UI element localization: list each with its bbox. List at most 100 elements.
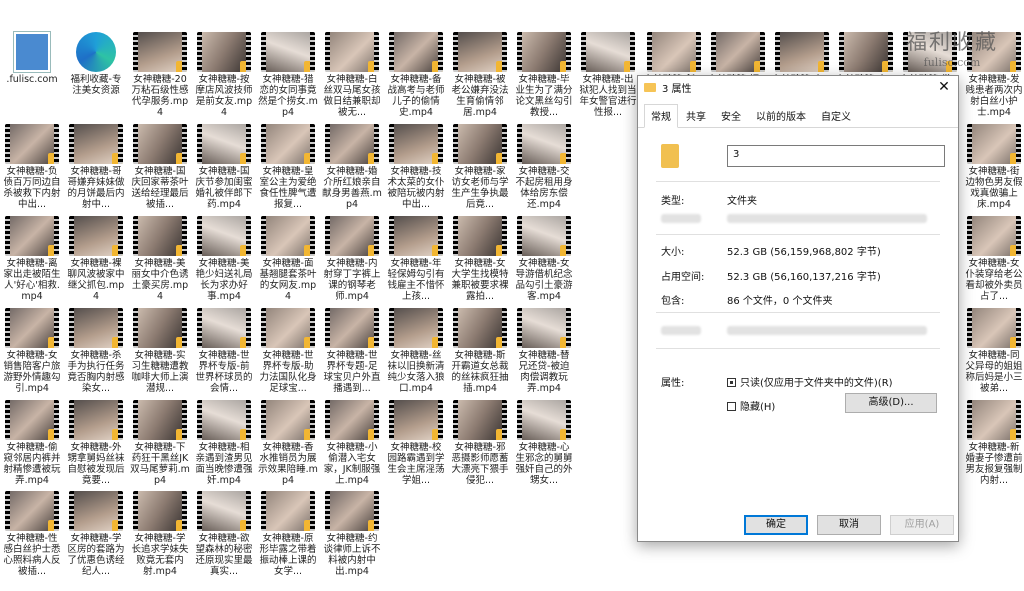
video-badge-icon [304, 61, 315, 72]
video-thumbnail-icon [453, 308, 507, 348]
location-row [661, 214, 951, 223]
desktop-file[interactable]: 女神糖糖-20万粘石级性感代孕服务.mp4 [130, 32, 190, 118]
file-label: 女神糖糖-被老公嫌弃没法生育偷情邻居.mp4 [451, 74, 509, 118]
desktop-file[interactable]: 女神糖糖-技术太菜的女仆被陪玩被内射中出... [386, 124, 446, 210]
desktop-file[interactable]: 女神糖糖-白丝双马尾女孩做日结兼职却被无... [322, 32, 382, 118]
desktop-file[interactable]: 女神糖糖-约谈律师上诉不料被内射中出.mp4 [322, 491, 382, 577]
desktop-file[interactable]: 女神糖糖-国庆回家蒂茶叶送给经理最后被插... [130, 124, 190, 210]
desktop-file[interactable]: 女神糖糖-备战高考与老师儿子的偷情史.mp4 [386, 32, 446, 118]
video-badge-icon [176, 61, 187, 72]
video-thumbnail-icon [453, 124, 507, 164]
desktop-file[interactable]: 女神糖糖-替兄还贷-被迫肉偿调教玩弄.mp4 [514, 308, 574, 394]
video-thumbnail-icon [261, 32, 315, 72]
video-badge-icon [496, 153, 507, 164]
desktop-file[interactable]: 女神糖糖-负债百万同边自杀被救下内射中出... [2, 124, 62, 210]
size-row: 大小: 52.3 GB (56,159,968,802 字节) [661, 243, 951, 258]
video-thumbnail-icon [325, 491, 379, 531]
video-thumbnail-icon [711, 32, 765, 72]
readonly-option[interactable]: 只读(仅应用于文件夹中的文件)(R) [727, 374, 951, 389]
desktop-file[interactable]: 女神糖糖-出狱犯人找到当年女警官进行性报... [578, 32, 638, 118]
desktop-file[interactable]: 女神糖糖-香水推销员为展示效果陪睡.mp4 [258, 400, 318, 486]
desktop-file[interactable]: 女神糖糖-新婚妻子惨遭前男友报复强制内射... [964, 400, 1024, 486]
desktop-file[interactable]: 女神糖糖-猎恋的女同事竟然是个捞女.mp4 [258, 32, 318, 118]
video-badge-icon [560, 61, 571, 72]
desktop-file[interactable]: 女神糖糖-皇室公主为爱绝食任性脾气遭报复... [258, 124, 318, 210]
advanced-button[interactable]: 高级(D)... [845, 393, 937, 413]
desktop-file[interactable]: 女神糖糖-校园路霸遇到学生会主席淫荡学姐... [386, 400, 446, 486]
video-badge-icon [176, 245, 187, 256]
video-thumbnail-icon [5, 216, 59, 256]
desktop-file[interactable]: 女神糖糖-婚介所红娘亲自献身男善燕.mp4 [322, 124, 382, 210]
close-icon[interactable]: ✕ [930, 79, 958, 95]
desktop-file[interactable]: 女神糖糖-面基翘腿套茶叶的女网友.mp4 [258, 216, 318, 302]
desktop-file[interactable]: 女神糖糖-世界杯专题-足球宝贝户外直播遇到... [322, 308, 382, 394]
desktop-file[interactable]: 女神糖糖-被老公嫌弃没法生育偷情邻居.mp4 [450, 32, 510, 118]
desktop-file[interactable]: 女神糖糖-美艳少妇送礼局长为求办好事.mp4 [194, 216, 254, 302]
desktop-file[interactable]: 女神糖糖-街边物色男友假戏真做骗上床.mp4 [964, 124, 1024, 210]
desktop-file[interactable]: .fulisc.com [2, 31, 62, 85]
desktop-file[interactable]: 女神糖糖-丝袜以旧换新清纯少女落入狼口.mp4 [386, 308, 446, 394]
video-thumbnail-icon [69, 216, 123, 256]
desktop-file[interactable]: 女神糖糖-心生邪念的舅舅强奸自己的外甥女... [514, 400, 574, 486]
desktop-file[interactable]: 女神糖糖-世界杯专版-助力法国队化身足球宝... [258, 308, 318, 394]
desktop-file[interactable]: 女神糖糖-国庆节参加闺蜜婚礼被伴郎下药.mp4 [194, 124, 254, 210]
video-thumbnail-icon [261, 400, 315, 440]
video-thumbnail-icon [69, 400, 123, 440]
video-badge-icon [1010, 429, 1021, 440]
desktop-file[interactable]: 女神糖糖-下药狂干黑丝JK双马尾萝莉.mp4 [130, 400, 190, 486]
video-thumbnail-icon [197, 491, 251, 531]
desktop-file[interactable]: 女神糖糖-斯开霸道女总裁的丝袜疯狂抽插.mp4 [450, 308, 510, 394]
file-label: 女神糖糖-丝袜以旧换新清纯少女落入狼口.mp4 [387, 350, 445, 394]
desktop-file[interactable]: 女神糖糖-内射穿丁字裤上课的钢琴老师.mp4 [322, 216, 382, 302]
desktop-file[interactable]: 女神糖糖-女销售陪客户旅游野外情趣勾引.mp4 [2, 308, 62, 394]
desktop-file[interactable]: 女神糖糖-世界杯专版-前世界杯球员的会情... [194, 308, 254, 394]
desktop-file[interactable]: 女神糖糖-外甥拿舅妈丝袜自慰被发现后竟要... [66, 400, 126, 486]
video-thumbnail-icon [197, 32, 251, 72]
desktop-file[interactable]: 女神糖糖-小偷潜入宅女家，JK制服强上.mp4 [322, 400, 382, 486]
desktop-file[interactable]: 女神糖糖-性感白丝护士悉心照料病人反被插... [2, 491, 62, 577]
file-label: 女神糖糖-香水推销员为展示效果陪睡.mp4 [258, 442, 318, 486]
desktop-file[interactable]: 女神糖糖-相亲遇到渣男见面当晚惨遭强奸.mp4 [194, 400, 254, 486]
ok-button[interactable]: 确定 [744, 515, 808, 535]
apply-button[interactable]: 应用(A) [890, 515, 954, 535]
file-label: 女神糖糖-技术太菜的女仆被陪玩被内射中出... [387, 166, 445, 210]
desktop-file[interactable]: 福利收藏-专注美女资源 [66, 32, 126, 96]
video-thumbnail-icon [325, 124, 379, 164]
desktop-file[interactable]: 女神糖糖-女大学生找模特兼职被要求裸露拍... [450, 216, 510, 302]
type-key: 类型: [661, 196, 685, 207]
hidden-checkbox[interactable] [727, 402, 736, 411]
file-label: 女神糖糖-裸聊风波被家中继父抓包.mp4 [67, 258, 125, 302]
desktop-file[interactable]: 女神糖糖-欲望森林的秘密还原现实里最真实... [194, 491, 254, 577]
desktop-file[interactable]: 女神糖糖-实习生糖糖遭教咖啡大师上演潜规... [130, 308, 190, 394]
desktop-file[interactable]: 女神糖糖-毕业生为了满分论文黑丝勾引教授... [514, 32, 574, 118]
desktop-file[interactable]: 女神糖糖-年轻保姆勾引有钱雇主不惜怀上孩... [386, 216, 446, 302]
cancel-button[interactable]: 取消 [817, 515, 881, 535]
desktop-file[interactable]: 女神糖糖-原形毕露之带着振动棒上课的女学... [258, 491, 318, 577]
desktop-file[interactable]: 女神糖糖-按摩店风波技师是前女友.mp4 [194, 32, 254, 118]
desktop-file[interactable]: 女神糖糖-女导游借机纪念品勾引土豪游客.mp4 [514, 216, 574, 302]
desktop-file[interactable]: 女神糖糖-美丽女中介色诱土豪买房.mp4 [130, 216, 190, 302]
desktop-file[interactable]: 女神糖糖-家访女老师与学生产生争执最后竟... [450, 124, 510, 210]
desktop-file[interactable]: 女神糖糖-交不起房租用身体给房东偿还.mp4 [514, 124, 574, 210]
folder-name-input[interactable]: 3 [727, 145, 945, 167]
watermark-main: 福利收藏 [906, 30, 998, 54]
desktop-file[interactable]: 女神糖糖-杀手为执行任务竟否胸内射感染女... [66, 308, 126, 394]
desktop-file[interactable]: 女神糖糖-裸聊风波被家中继父抓包.mp4 [66, 216, 126, 302]
file-label: 女神糖糖-负债百万同边自杀被救下内射中出... [3, 166, 61, 210]
desktop-file[interactable]: 女神糖糖-邪恶摄影师愿蓄大漂亮下猥手侵犯... [450, 400, 510, 486]
desktop-file[interactable]: 女神糖糖-女仆装穿给老公看却被外卖员占了... [964, 216, 1024, 302]
file-label: 女神糖糖-毕业生为了满分论文黑丝勾引教授... [515, 74, 573, 118]
desktop-file[interactable]: 女神糖糖-学区房的套路为了优惠色诱经纪人... [66, 491, 126, 577]
desktop-file[interactable]: 女神糖糖-偷窥邻居内裤并射精惨遭被玩弄.mp4 [2, 400, 62, 486]
location-key-redacted [661, 214, 701, 223]
file-label: 女神糖糖-交不起房租用身体给房东偿还.mp4 [515, 166, 573, 210]
video-thumbnail-icon [325, 32, 379, 72]
desktop-file[interactable]: 女神糖糖-学长追求学妹失败竟无套内射.mp4 [130, 491, 190, 577]
created-key-redacted [661, 326, 701, 335]
file-label: 女神糖糖-国庆回家蒂茶叶送给经理最后被插... [131, 166, 189, 210]
desktop-file[interactable]: 女神糖糖-离家出走被陌生人'好心'相救.mp4 [2, 216, 62, 302]
readonly-checkbox[interactable] [727, 378, 736, 387]
file-label: 女神糖糖-心生邪念的舅舅强奸自己的外甥女... [515, 442, 573, 486]
desktop-file[interactable]: 女神糖糖-同父异母的姐姐称后妈是小三被弟... [964, 308, 1024, 394]
desktop-file[interactable]: 女神糖糖-哥哥嫌弃妹妹做的月饼最后内射中... [66, 124, 126, 210]
